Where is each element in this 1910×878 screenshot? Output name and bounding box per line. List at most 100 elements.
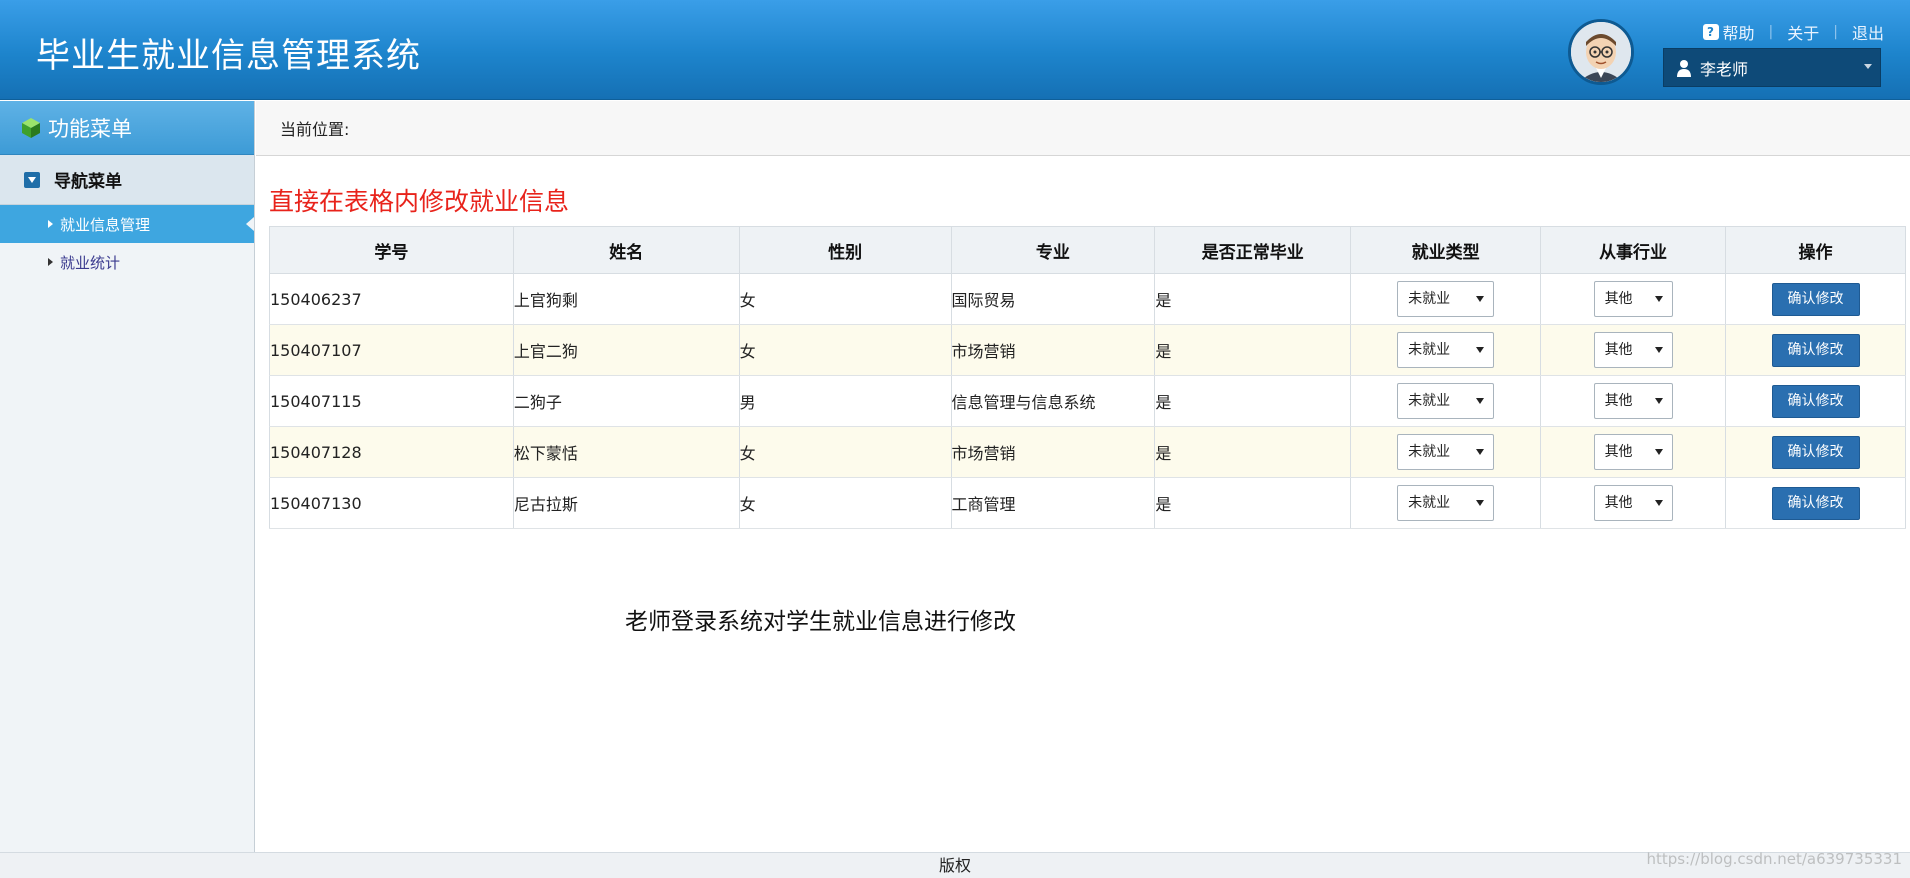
table-row: 150407115 二狗子 男 信息管理与信息系统 是 未就业 其他 确认修改 [269,375,1906,427]
column-header: 从事行业 [1540,226,1727,274]
major-cell: 工商管理 [950,477,1156,529]
app-header: 毕业生就业信息管理系统 ? 帮助 | 关于 | 退出 李老师 [0,0,1910,100]
column-header: 学号 [269,226,514,274]
logout-link[interactable]: 退出 [1852,20,1884,44]
student-id-cell: 150407130 [269,477,514,529]
major-cell: 市场营销 [950,426,1156,478]
user-name: 李老师 [1700,59,1749,79]
nav-menu-header[interactable]: 导航菜单 [0,155,254,205]
industry-cell: 其他 [1540,273,1727,325]
dropdown-arrow-icon [1476,398,1485,404]
action-cell: 确认修改 [1725,273,1906,325]
confirm-edit-button[interactable]: 确认修改 [1771,384,1860,418]
help-icon: ? [1702,24,1719,40]
table-header-row: 学号 姓名 性别 专业 是否正常毕业 就业类型 从事行业 操作 [269,226,1906,274]
major-cell: 市场营销 [950,324,1156,376]
dropdown-arrow-icon [1476,449,1485,455]
name-cell: 上官二狗 [512,324,740,376]
major-cell: 国际贸易 [950,273,1156,325]
employment-type-select[interactable]: 未就业 [1397,332,1495,368]
dropdown-arrow-icon [1654,449,1663,455]
table-row: 150407128 松下蒙恬 女 市场营销 是 未就业 其他 确认修改 [269,426,1906,478]
graduated-cell: 是 [1154,426,1352,478]
employment-type-select[interactable]: 未就业 [1397,434,1495,470]
confirm-edit-button[interactable]: 确认修改 [1771,333,1860,367]
dropdown-arrow-icon [1654,398,1663,404]
industry-select[interactable]: 其他 [1593,332,1673,368]
action-cell: 确认修改 [1725,375,1906,427]
column-header: 就业类型 [1350,226,1542,274]
select-value: 其他 [1604,393,1633,409]
industry-select[interactable]: 其他 [1593,281,1673,317]
graduated-cell: 是 [1154,477,1352,529]
industry-select[interactable]: 其他 [1593,383,1673,419]
major-cell: 信息管理与信息系统 [950,375,1156,427]
sidebar-item-employment-stats[interactable]: 就业统计 [0,243,254,281]
gender-cell: 女 [738,477,952,529]
select-value: 未就业 [1408,291,1451,307]
collapse-icon[interactable] [24,171,40,188]
table-row: 150406237 上官狗剩 女 国际贸易 是 未就业 其他 确认修改 [269,273,1906,325]
avatar[interactable] [1568,19,1634,85]
select-value: 未就业 [1408,495,1451,511]
column-header: 姓名 [512,226,740,274]
graduated-cell: 是 [1154,375,1352,427]
app-title: 毕业生就业信息管理系统 [36,36,421,76]
industry-cell: 其他 [1540,477,1727,529]
confirm-edit-button[interactable]: 确认修改 [1771,282,1860,316]
industry-select[interactable]: 其他 [1593,434,1673,470]
action-cell: 确认修改 [1725,477,1906,529]
help-link[interactable]: 帮助 [1723,20,1755,44]
employment-type-select[interactable]: 未就业 [1397,281,1495,317]
select-value: 其他 [1604,495,1633,511]
bullet-icon [48,220,53,228]
about-link[interactable]: 关于 [1787,20,1819,44]
gender-cell: 女 [738,324,952,376]
divider: | [1768,24,1774,40]
sidebar-title-text: 功能菜单 [48,116,132,141]
caption-text: 老师登录系统对学生就业信息进行修改 [625,609,1016,635]
nav-menu-label: 导航菜单 [54,172,122,192]
name-cell: 上官狗剩 [512,273,740,325]
sidebar: 功能菜单 导航菜单 就业信息管理 就业统计 [0,101,255,852]
select-value: 其他 [1604,342,1633,358]
confirm-edit-button[interactable]: 确认修改 [1771,435,1860,469]
action-cell: 确认修改 [1725,324,1906,376]
student-id-cell: 150406237 [269,273,514,325]
dropdown-arrow-icon [1654,296,1663,302]
dropdown-arrow-icon [1654,347,1663,353]
table-row: 150407130 尼古拉斯 女 工商管理 是 未就业 其他 确认修改 [269,477,1906,529]
industry-select[interactable]: 其他 [1593,485,1673,521]
action-cell: 确认修改 [1725,426,1906,478]
select-value: 未就业 [1408,342,1451,358]
select-value: 其他 [1604,444,1633,460]
employment-type-cell: 未就业 [1350,375,1542,427]
employment-type-select[interactable]: 未就业 [1397,383,1495,419]
user-icon [1677,59,1691,77]
graduated-cell: 是 [1154,273,1352,325]
employment-type-cell: 未就业 [1350,426,1542,478]
industry-cell: 其他 [1540,375,1727,427]
employment-type-select[interactable]: 未就业 [1397,485,1495,521]
sidebar-item-employment-info[interactable]: 就业信息管理 [0,205,254,243]
confirm-edit-button[interactable]: 确认修改 [1771,486,1860,520]
select-value: 其他 [1604,291,1633,307]
user-dropdown[interactable]: 李老师 [1663,48,1881,87]
name-cell: 尼古拉斯 [512,477,740,529]
industry-cell: 其他 [1540,426,1727,478]
copyright-text: 版权 [938,856,971,875]
watermark: https://blog.csdn.net/a639735331 [1646,850,1902,868]
student-id-cell: 150407128 [269,426,514,478]
cube-icon [22,117,40,138]
gender-cell: 男 [738,375,952,427]
employment-type-cell: 未就业 [1350,324,1542,376]
select-value: 未就业 [1408,444,1451,460]
top-links: ? 帮助 | 关于 | 退出 [1702,20,1884,44]
table-row: 150407107 上官二狗 女 市场营销 是 未就业 其他 确认修改 [269,324,1906,376]
column-header: 专业 [950,226,1156,274]
divider: | [1833,24,1838,40]
column-header: 性别 [738,226,952,274]
gender-cell: 女 [738,426,952,478]
sidebar-item-label: 就业信息管理 [60,215,151,234]
employment-table: 学号 姓名 性别 专业 是否正常毕业 就业类型 从事行业 操作 15040623… [269,226,1906,529]
